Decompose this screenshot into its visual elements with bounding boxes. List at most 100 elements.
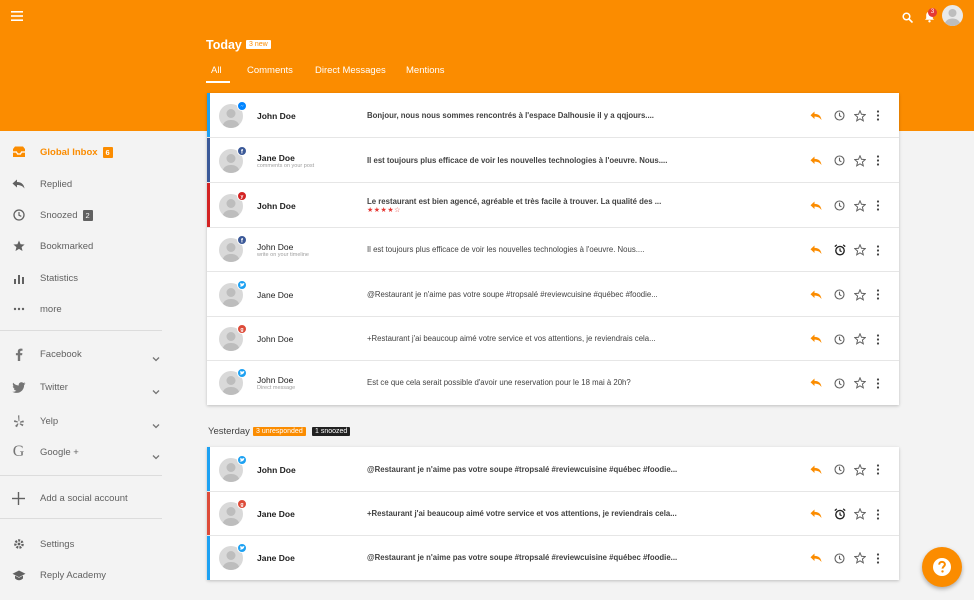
message-preview[interactable]: @Restaurant je n'aime pas votre soupe #t… (367, 290, 658, 299)
reply-icon[interactable] (809, 508, 822, 521)
bookmark-star-icon[interactable] (853, 377, 866, 390)
reply-icon[interactable] (809, 244, 822, 257)
message-row[interactable]: g Jane Doe +Restaurant j'ai beaucoup aimé … (207, 492, 899, 536)
hamburger-menu-icon[interactable] (8, 7, 26, 25)
tab-direct-messages[interactable]: Direct Messages (315, 65, 386, 76)
message-row[interactable]: f John Doe write on your timeline Il est to… (207, 228, 899, 272)
message-preview[interactable]: Il est toujours plus efficace de voir le… (367, 156, 667, 165)
sender-name[interactable]: Jane Doe (257, 509, 295, 519)
more-vertical-icon[interactable] (871, 109, 884, 122)
sidebar-item-facebook[interactable]: Facebook (0, 344, 162, 364)
reply-icon[interactable] (809, 377, 822, 390)
more-vertical-icon[interactable] (871, 199, 884, 212)
reply-icon[interactable] (809, 463, 822, 476)
message-preview[interactable]: @Restaurant je n'aime pas votre soupe #t… (367, 465, 677, 474)
sidebar-item-google-plus[interactable]: G Google + (0, 442, 162, 462)
clock-icon[interactable] (833, 199, 846, 212)
reply-icon[interactable] (809, 199, 822, 212)
message-row[interactable]: y John Doe Le restaurant est bien agencé, … (207, 183, 899, 228)
reply-icon[interactable] (809, 109, 822, 122)
sender-name[interactable]: John Doe (257, 465, 296, 475)
new-count-badge: 3 new (246, 40, 271, 49)
message-preview[interactable]: +Restaurant j'ai beaucoup aimé votre ser… (367, 334, 656, 343)
tab-comments[interactable]: Comments (247, 65, 293, 76)
message-row[interactable]: Jane Doe @Restaurant je n'aime pas votre … (207, 536, 899, 580)
message-preview[interactable]: Est ce que cela serait possible d'avoir … (367, 378, 631, 387)
sidebar-item-settings[interactable]: Settings (0, 534, 162, 554)
sidebar-item-twitter[interactable]: Twitter (0, 377, 162, 397)
message-preview[interactable]: Il est toujours plus efficace de voir le… (367, 245, 644, 254)
bookmark-star-icon[interactable] (853, 244, 866, 257)
more-vertical-icon[interactable] (871, 552, 884, 565)
sidebar-item-replied[interactable]: Replied (0, 174, 162, 194)
help-button[interactable] (922, 547, 962, 587)
more-vertical-icon[interactable] (871, 508, 884, 521)
message-row[interactable]: g John Doe +Restaurant j'ai beaucoup aimé … (207, 317, 899, 361)
message-row[interactable]: John Doe Bonjour, nous nous sommes rencon… (207, 93, 899, 138)
message-preview[interactable]: +Restaurant j'ai beaucoup aimé votre ser… (367, 509, 677, 518)
bookmark-star-icon[interactable] (853, 199, 866, 212)
tab-mentions[interactable]: Mentions (406, 65, 445, 76)
sidebar-item-reply-academy[interactable]: Reply Academy (0, 565, 162, 585)
clock-icon[interactable] (833, 333, 846, 346)
bookmark-star-icon[interactable] (853, 552, 866, 565)
reply-icon[interactable] (809, 288, 822, 301)
message-row[interactable]: Jane Doe @Restaurant je n'aime pas votre … (207, 272, 899, 317)
alarm-clock-icon[interactable] (833, 244, 846, 257)
clock-icon[interactable] (833, 377, 846, 390)
more-vertical-icon[interactable] (871, 154, 884, 167)
sender-name[interactable]: Jane Doe (257, 290, 293, 300)
clock-icon[interactable] (833, 109, 846, 122)
chevron-down-icon[interactable] (152, 448, 160, 460)
sidebar-item-statistics[interactable]: Statistics (0, 268, 162, 288)
sender-name[interactable]: Jane Doe (257, 153, 295, 163)
message-preview[interactable]: Le restaurant est bien agencé, agréable … (367, 197, 661, 206)
bookmark-star-icon[interactable] (853, 288, 866, 301)
sender-name[interactable]: Jane Doe (257, 553, 295, 563)
sidebar-item-label: more (40, 303, 62, 315)
clock-icon[interactable] (833, 288, 846, 301)
notification-count-badge: 3 (928, 8, 937, 17)
alarm-clock-icon[interactable] (833, 508, 846, 521)
bookmark-star-icon[interactable] (853, 463, 866, 476)
message-row[interactable]: John Doe Direct message Est ce que cela se… (207, 361, 899, 405)
message-row[interactable]: f Jane Doe comments on your post Il est tou… (207, 138, 899, 183)
user-avatar[interactable] (942, 5, 963, 26)
reply-icon[interactable] (809, 552, 822, 565)
message-preview[interactable]: @Restaurant je n'aime pas votre soupe #t… (367, 553, 677, 562)
sidebar-item-global-inbox[interactable]: Global Inbox 6 (0, 142, 162, 162)
more-vertical-icon[interactable] (871, 244, 884, 257)
bookmark-star-icon[interactable] (853, 109, 866, 122)
chevron-down-icon[interactable] (152, 383, 160, 395)
sidebar-item-bookmarked[interactable]: Bookmarked (0, 236, 162, 256)
sender-name[interactable]: John Doe (257, 334, 293, 344)
chevron-down-icon[interactable] (152, 350, 160, 362)
clock-icon[interactable] (833, 154, 846, 167)
clock-icon[interactable] (833, 463, 846, 476)
sender-name[interactable]: John Doe (257, 111, 296, 121)
message-preview[interactable]: Bonjour, nous nous sommes rencontrés à l… (367, 111, 654, 120)
sidebar-item-yelp[interactable]: Yelp (0, 411, 162, 431)
more-vertical-icon[interactable] (871, 377, 884, 390)
tab-all[interactable]: All (211, 65, 222, 76)
sender-name[interactable]: John Doe (257, 201, 296, 211)
bookmark-star-icon[interactable] (853, 508, 866, 521)
sidebar-item-add-account[interactable]: Add a social account (0, 488, 162, 508)
bookmark-star-icon[interactable] (853, 333, 866, 346)
search-icon[interactable] (898, 8, 916, 26)
more-vertical-icon[interactable] (871, 463, 884, 476)
reply-icon[interactable] (809, 333, 822, 346)
help-question-icon (933, 558, 951, 576)
clock-icon[interactable] (833, 552, 846, 565)
more-vertical-icon[interactable] (871, 288, 884, 301)
sidebar-item-more[interactable]: more (0, 299, 162, 319)
more-vertical-icon[interactable] (871, 333, 884, 346)
chevron-down-icon[interactable] (152, 417, 160, 429)
sidebar-item-snoozed[interactable]: Snoozed 2 (0, 205, 162, 225)
reply-icon[interactable] (809, 154, 822, 167)
bookmark-star-icon[interactable] (853, 154, 866, 167)
sender-name[interactable]: John Doe (257, 375, 293, 385)
sidebar-item-label: Statistics (40, 272, 79, 284)
sender-name[interactable]: John Doe (257, 242, 293, 252)
message-row[interactable]: John Doe @Restaurant je n'aime pas votre … (207, 447, 899, 492)
